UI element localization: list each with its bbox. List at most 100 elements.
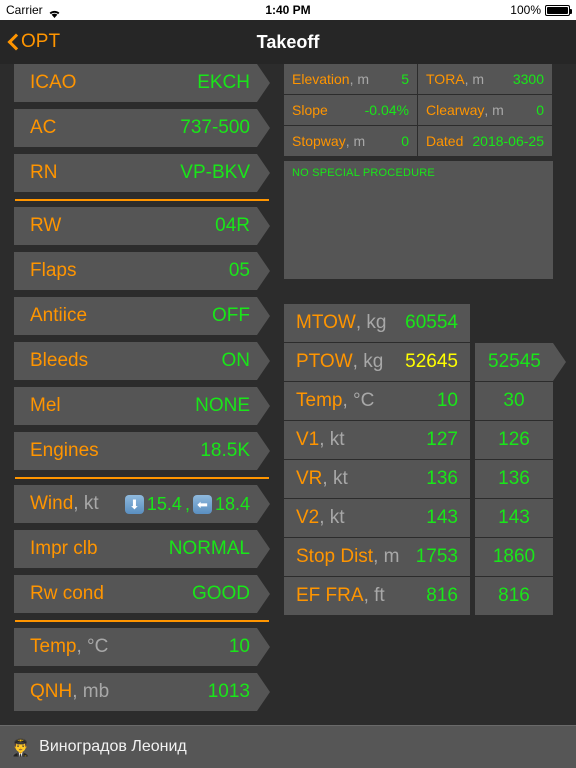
info-value: 2018-06-25 (472, 133, 544, 149)
result-label: V2 (296, 507, 320, 528)
result-alt-ptow[interactable]: 52545 (475, 343, 566, 381)
group-separator (15, 199, 269, 201)
row-value: VP-BKV (180, 162, 250, 183)
headwind-value: 15.4 (146, 493, 182, 514)
row-wind[interactable]: Wind , kt ⬇ 15.4 , ⬅ 18.4 (14, 485, 270, 523)
row-label: QNH (30, 681, 73, 702)
row-qnh[interactable]: QNH , mb 1013 (14, 673, 270, 711)
row-value: 737-500 (180, 117, 250, 138)
table-row: VR , kt 136 136 (284, 460, 576, 498)
row-flaps[interactable]: Flaps 05 (14, 252, 270, 290)
result-alt-temp: 30 (475, 382, 553, 420)
battery-percent-label: 100% (510, 3, 541, 17)
info-cell-tora: TORA , m 3300 (418, 64, 553, 95)
row-label: Wind (30, 493, 74, 514)
result-value: 816 (426, 585, 458, 606)
row-value: OFF (212, 305, 250, 326)
row-temp[interactable]: Temp , °C 10 (14, 628, 270, 666)
result-value: 10 (436, 390, 458, 411)
special-procedure-box[interactable]: NO SPECIAL PROCEDURE (284, 161, 553, 279)
group-separator (15, 620, 269, 622)
result-cell-temp: Temp , °C 10 (284, 382, 470, 420)
row-mel[interactable]: Mel NONE (14, 387, 270, 425)
navigation-bar: OPT Takeoff (0, 20, 576, 64)
result-label: MTOW (296, 312, 356, 333)
result-label: V1 (296, 429, 320, 450)
result-label: EF FRA (296, 585, 364, 606)
result-alt-v2: 143 (475, 499, 553, 537)
result-cell-mtow: MTOW , kg 60554 (284, 304, 470, 342)
parameter-group-config: RW 04R Flaps 05 Antiice OFF Bleeds ON Me… (14, 207, 270, 470)
result-cell-v1: V1 , kt 127 (284, 421, 470, 459)
arrow-left-icon: ⬅ (193, 495, 212, 514)
bottom-status-bar[interactable]: 👨‍✈️ Виноградов Леонид (0, 725, 576, 768)
info-cell-clearway: Clearway , m 0 (418, 95, 553, 126)
row-label: Antiice (30, 305, 88, 326)
row-bleeds[interactable]: Bleeds ON (14, 342, 270, 380)
app-root: Carrier 1:40 PM 100% OPT Takeoff ICAO EK… (0, 0, 576, 768)
right-panel: Elevation , m 5 TORA , m 3300 Slope -0.0… (284, 64, 576, 616)
result-alt-v1: 126 (475, 421, 553, 459)
row-rw-cond[interactable]: Rw cond GOOD (14, 575, 270, 613)
row-label: AC (30, 117, 57, 138)
row-rn[interactable]: RN VP-BKV (14, 154, 270, 192)
row-rw[interactable]: RW 04R (14, 207, 270, 245)
info-unit: , m (349, 71, 370, 87)
result-cell-vr: VR , kt 136 (284, 460, 470, 498)
row-label: ICAO (30, 72, 77, 93)
status-bar-right: 100% (510, 0, 572, 20)
result-unit: , °C (342, 390, 375, 411)
result-label: PTOW (296, 351, 353, 372)
info-label: Clearway (426, 102, 485, 118)
row-value: 05 (228, 260, 250, 281)
result-alt-stop-dist: 1860 (475, 538, 553, 576)
info-value: 0 (401, 133, 409, 149)
row-label: RN (30, 162, 58, 183)
table-row: Temp , °C 10 30 (284, 382, 576, 420)
group-separator (15, 477, 269, 479)
row-label: Flaps (30, 260, 77, 281)
result-label: Stop Dist (296, 546, 374, 567)
row-label: Mel (30, 395, 61, 416)
wind-separator: , (184, 493, 190, 514)
result-unit: , kt (322, 468, 348, 489)
crosswind-value: 18.4 (214, 493, 250, 514)
row-value: 1013 (207, 681, 250, 702)
result-cell-stop-dist: Stop Dist , m 1753 (284, 538, 470, 576)
table-row: Stop Dist , m 1753 1860 (284, 538, 576, 576)
row-engines[interactable]: Engines 18.5K (14, 432, 270, 470)
result-label: Temp (296, 390, 343, 411)
result-alt-ef-fra: 816 (475, 577, 553, 615)
info-unit: , m (345, 133, 366, 149)
row-impr-clb[interactable]: Impr clb NORMAL (14, 530, 270, 568)
row-icao[interactable]: ICAO EKCH (14, 64, 270, 102)
parameters-list: ICAO EKCH AC 737-500 RN VP-BKV RW 04R Fl… (14, 64, 270, 718)
info-unit: , m (464, 71, 485, 87)
info-label: Dated (426, 133, 464, 149)
row-label: Rw cond (30, 583, 104, 604)
runway-info-grid: Elevation , m 5 TORA , m 3300 Slope -0.0… (284, 64, 553, 157)
row-label: Engines (30, 440, 99, 461)
row-value: 04R (215, 215, 250, 236)
result-alt-vr: 136 (475, 460, 553, 498)
result-value: 136 (426, 468, 458, 489)
parameter-group-conditions: Wind , kt ⬇ 15.4 , ⬅ 18.4 Impr clb NORMA… (14, 485, 270, 613)
row-antiice[interactable]: Antiice OFF (14, 297, 270, 335)
parameter-group-atmosphere: Temp , °C 10 QNH , mb 1013 (14, 628, 270, 711)
page-title: Takeoff (256, 32, 320, 52)
row-value: 10 (228, 636, 250, 657)
ios-status-bar: Carrier 1:40 PM 100% (0, 0, 576, 20)
user-name-label: Виноградов Леонид (39, 738, 187, 755)
result-unit: , kt (319, 507, 345, 528)
row-value: NORMAL (168, 538, 250, 559)
result-unit: , m (373, 546, 400, 567)
row-unit: , °C (76, 636, 109, 657)
result-value: 60554 (405, 312, 458, 333)
row-value: ⬇ 15.4 , ⬅ 18.4 (125, 494, 250, 515)
results-table: MTOW , kg 60554 PTOW , kg 52645 52545 Te… (284, 304, 576, 615)
result-cell-v2: V2 , kt 143 (284, 499, 470, 537)
row-value: ON (221, 350, 250, 371)
result-unit: , kg (352, 351, 384, 372)
row-ac[interactable]: AC 737-500 (14, 109, 270, 147)
row-value: NONE (195, 395, 250, 416)
